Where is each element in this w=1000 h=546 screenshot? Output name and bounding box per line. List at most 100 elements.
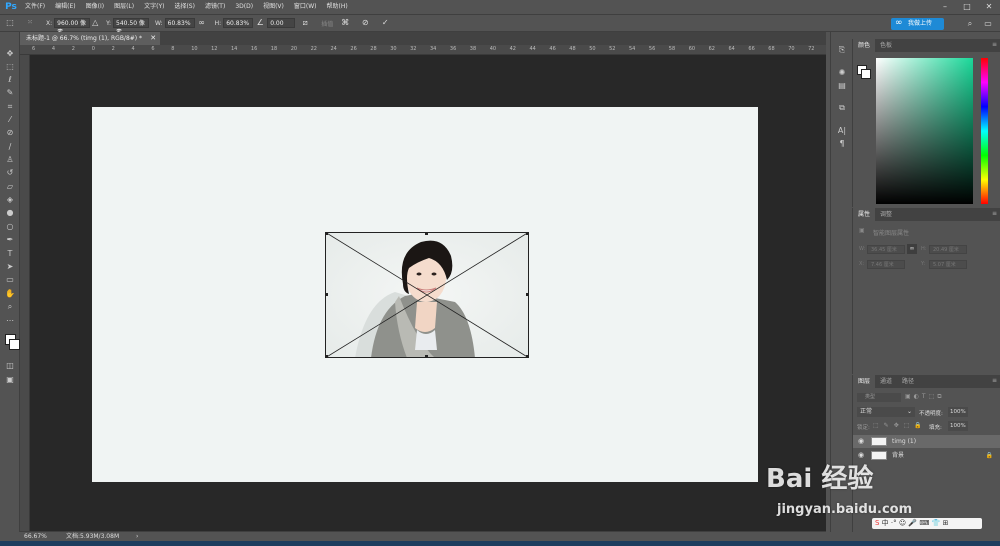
- prop-w-input[interactable]: 36.45 厘米: [867, 245, 905, 254]
- transform-handle-bottom-right[interactable]: [526, 355, 529, 358]
- transform-handle-top-right[interactable]: [526, 232, 529, 235]
- opacity-input[interactable]: 100%: [948, 407, 968, 417]
- hand-tool-icon[interactable]: ✋: [3, 288, 17, 300]
- transform-handle-right[interactable]: [526, 293, 529, 296]
- menu-layer[interactable]: 图层(L): [109, 0, 139, 14]
- transform-handle-top[interactable]: [425, 232, 428, 235]
- history-brush-tool-icon[interactable]: ↺: [3, 167, 17, 179]
- tab-swatches[interactable]: 色板: [875, 39, 897, 52]
- clone-source-icon[interactable]: ⧉: [835, 102, 849, 114]
- transform-tool-icon[interactable]: ⬚: [3, 16, 17, 30]
- color-swatches-icon[interactable]: [3, 332, 20, 352]
- menu-type[interactable]: 文字(Y): [139, 0, 169, 14]
- type-tool-icon[interactable]: T: [3, 248, 17, 260]
- panel-menu-icon[interactable]: ≡: [992, 377, 997, 384]
- quick-select-tool-icon[interactable]: ✎: [3, 87, 17, 99]
- layer-row[interactable]: ◉ timg (1): [853, 435, 1000, 448]
- reference-point-icon[interactable]: ⁙: [23, 16, 37, 30]
- stamp-tool-icon[interactable]: ♙: [3, 154, 17, 166]
- healing-tool-icon[interactable]: ⊘: [3, 127, 17, 139]
- quick-mask-icon[interactable]: ◫: [3, 360, 17, 372]
- tab-layers[interactable]: 图层: [853, 375, 876, 388]
- paragraph-panel-icon[interactable]: ¶: [835, 138, 849, 150]
- menu-3d[interactable]: 3D(D): [230, 0, 258, 14]
- ime-toolbar[interactable]: S 中 ·° ☺ 🎤 ⌨ 👕 ⊞: [872, 518, 982, 529]
- brush-settings-icon[interactable]: ✺: [835, 67, 849, 79]
- menu-edit[interactable]: 编辑(E): [50, 0, 80, 14]
- tab-color[interactable]: 颜色: [853, 39, 876, 52]
- dodge-tool-icon[interactable]: ○: [3, 221, 17, 233]
- skew-icon[interactable]: ⧄: [298, 16, 312, 30]
- crop-tool-icon[interactable]: ⌗: [3, 101, 17, 113]
- screen-mode-icon[interactable]: ▣: [3, 374, 17, 386]
- more-tools-icon[interactable]: ⋯: [3, 315, 17, 327]
- eraser-tool-icon[interactable]: ▱: [3, 181, 17, 193]
- y-input[interactable]: 540.50 像素: [113, 18, 150, 36]
- angle-input[interactable]: 0.00: [267, 18, 296, 28]
- workspace-icon[interactable]: ▭: [981, 17, 995, 31]
- fill-input[interactable]: 100%: [948, 421, 968, 431]
- menu-window[interactable]: 窗口(W): [289, 0, 322, 14]
- zoom-tool-icon[interactable]: ⌕: [3, 301, 17, 313]
- hue-slider[interactable]: [981, 58, 988, 204]
- placed-smart-object[interactable]: [325, 232, 529, 358]
- prop-link-icon[interactable]: ∞: [907, 244, 917, 254]
- brush-presets-icon[interactable]: ▤: [835, 80, 849, 92]
- document-canvas[interactable]: [92, 107, 758, 482]
- cancel-transform-icon[interactable]: ⊘: [358, 16, 372, 30]
- document-tab[interactable]: 未标题-1 @ 66.7% (timg (1), RGB/8#) * ✕: [20, 32, 161, 45]
- lock-icons[interactable]: ⬚✎✥⬚🔒: [873, 422, 927, 429]
- canvas-workspace[interactable]: [30, 55, 826, 531]
- tab-channels[interactable]: 通道: [875, 375, 897, 388]
- delta-icon[interactable]: △: [91, 16, 99, 30]
- commit-transform-icon[interactable]: ✓: [378, 16, 392, 30]
- color-picker-field[interactable]: [876, 58, 973, 204]
- panel-menu-icon[interactable]: ≡: [992, 41, 997, 48]
- layer-row[interactable]: ◉ 背景 🔒: [853, 449, 1000, 462]
- shape-tool-icon[interactable]: ▭: [3, 274, 17, 286]
- cloud-upload-button[interactable]: 我做上传: [891, 17, 944, 30]
- lasso-tool-icon[interactable]: ℓ: [3, 74, 17, 86]
- transform-handle-left[interactable]: [325, 293, 328, 296]
- panel-menu-icon[interactable]: ≡: [992, 210, 997, 217]
- menu-view[interactable]: 视图(V): [258, 0, 289, 14]
- blend-mode-select[interactable]: 正常 ⌄: [857, 407, 915, 417]
- brush-tool-icon[interactable]: ∕: [3, 141, 17, 153]
- transform-handle-top-left[interactable]: [325, 232, 328, 235]
- menu-image[interactable]: 图像(I): [81, 0, 109, 14]
- link-icon[interactable]: ∞: [198, 16, 206, 30]
- tab-adjustments[interactable]: 调整: [875, 208, 897, 221]
- move-tool-icon[interactable]: ✥: [3, 48, 17, 60]
- x-input[interactable]: 960.00 像素: [54, 18, 91, 36]
- marquee-tool-icon[interactable]: ⬚: [3, 61, 17, 73]
- maximize-icon[interactable]: □: [956, 0, 978, 14]
- close-tab-icon[interactable]: ✕: [150, 32, 156, 45]
- transform-handle-bottom[interactable]: [425, 355, 428, 358]
- transform-handle-bottom-left[interactable]: [325, 355, 328, 358]
- tab-paths[interactable]: 路径: [897, 375, 919, 388]
- tab-properties[interactable]: 属性: [853, 208, 876, 221]
- paint-bucket-tool-icon[interactable]: ◈: [3, 194, 17, 206]
- search-icon[interactable]: ⌕: [963, 17, 977, 31]
- menu-help[interactable]: 帮助(H): [322, 0, 353, 14]
- blur-tool-icon[interactable]: ●: [3, 207, 17, 219]
- menu-file[interactable]: 文件(F): [20, 0, 50, 14]
- character-panel-icon[interactable]: A|: [835, 125, 849, 137]
- layer-filter-select[interactable]: 类型: [857, 393, 901, 402]
- close-icon[interactable]: ✕: [978, 0, 1000, 14]
- w-input[interactable]: 60.83%: [164, 18, 195, 28]
- path-select-tool-icon[interactable]: ➤: [3, 261, 17, 273]
- eyedropper-tool-icon[interactable]: ⁄: [3, 114, 17, 126]
- prop-y-input[interactable]: 5.07 厘米: [929, 260, 967, 269]
- layer-filter-icons[interactable]: ▣◐T⬚⧉: [905, 393, 945, 401]
- pen-tool-icon[interactable]: ✒: [3, 234, 17, 246]
- prop-h-input[interactable]: 20.49 厘米: [929, 245, 967, 254]
- menu-filter[interactable]: 滤镜(T): [200, 0, 230, 14]
- h-input[interactable]: 60.83%: [223, 18, 254, 28]
- menu-select[interactable]: 选择(S): [169, 0, 200, 14]
- eye-icon[interactable]: ◉: [858, 435, 864, 448]
- fg-bg-color-swatch[interactable]: [857, 65, 871, 79]
- minimize-icon[interactable]: –: [934, 0, 956, 14]
- warp-icon[interactable]: ⌘: [338, 16, 352, 30]
- history-panel-icon[interactable]: ⎘: [835, 44, 849, 56]
